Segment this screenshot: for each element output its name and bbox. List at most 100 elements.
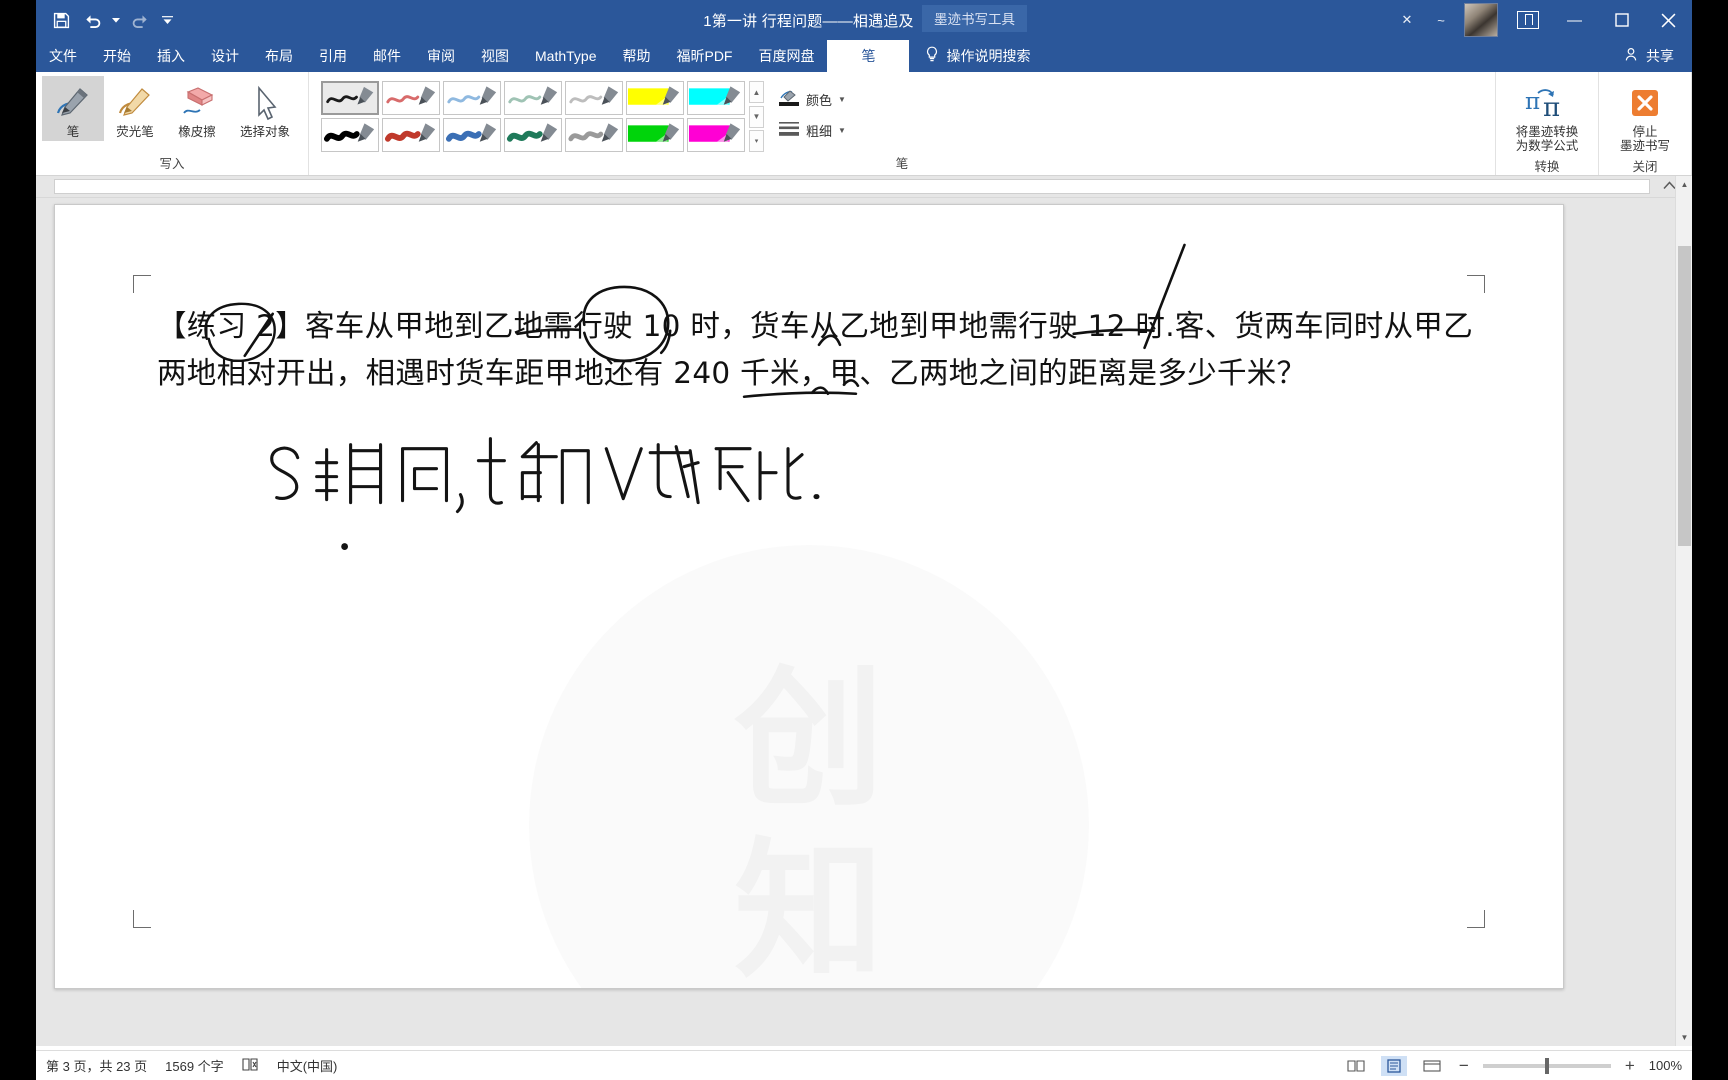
document-paragraph[interactable]: 【练习 2】客车从甲地到乙地需行驶 10 时，货车从乙地到甲地需行驶 12 时.…: [157, 303, 1473, 397]
pen-swatch-pen-green-thin[interactable]: [504, 81, 562, 115]
crop-mark-bottom-left: [133, 910, 151, 928]
ribbon-group-close: 停止 墨迹书写 关闭: [1599, 72, 1692, 175]
eraser-tool-button[interactable]: 橡皮擦: [166, 76, 228, 141]
zoom-slider[interactable]: [1482, 1057, 1611, 1074]
undo-icon[interactable]: [78, 5, 108, 35]
avatar[interactable]: [1464, 3, 1498, 37]
word-application-window: 1第一讲 行程问题——相遇追及（横版） - Word 墨迹书写工具 ✕ ~ —: [36, 0, 1692, 1080]
undo-dropdown-icon[interactable]: [110, 5, 122, 35]
zoom-level-label[interactable]: 100%: [1649, 1058, 1682, 1073]
tell-me-label: 操作说明搜索: [946, 48, 1031, 64]
gallery-more-icon[interactable]: ▾ ‾: [749, 130, 764, 152]
pen-swatch-pen-red-thin[interactable]: [382, 81, 440, 115]
minimize-button[interactable]: —: [1551, 0, 1598, 40]
pen-swatch-highlighter-cyan[interactable]: [687, 81, 745, 115]
tell-me-search[interactable]: 操作说明搜索: [909, 40, 1030, 72]
pen-tool-button[interactable]: 笔: [42, 76, 104, 142]
pen-swatch-highlighter-green[interactable]: [626, 118, 684, 152]
language-indicator[interactable]: 中文(中国): [277, 1056, 338, 1075]
read-mode-icon[interactable]: [1343, 1056, 1369, 1076]
pen-swatch-highlighter-magenta[interactable]: [687, 118, 745, 152]
pen-gallery-wrap: ▲ ▼ ▾ ‾: [315, 76, 766, 152]
chevron-down-icon[interactable]: ▼: [838, 126, 846, 135]
tab-review[interactable]: 审阅: [414, 40, 468, 72]
pen-swatch-pen-gray-thick[interactable]: [565, 118, 623, 152]
stop-ink-button[interactable]: 停止 墨迹书写: [1605, 76, 1685, 156]
pen-swatch-pen-blue-thin[interactable]: [443, 81, 501, 115]
ink-color-label: 颜色: [806, 93, 833, 108]
ink-attribute-buttons: 颜色 ▼ 粗细 ▼: [766, 76, 856, 144]
pen-swatch-pen-green-thick[interactable]: [504, 118, 562, 152]
ink-thickness-icon: [778, 120, 800, 141]
save-icon[interactable]: [46, 5, 76, 35]
stop-ink-icon: [1628, 81, 1662, 125]
pen-swatch-pen-gray-thin[interactable]: [565, 81, 623, 115]
zoom-slider-handle[interactable]: [1544, 1057, 1549, 1074]
title-bar: 1第一讲 行程问题——相遇追及（横版） - Word 墨迹书写工具 ✕ ~ —: [36, 0, 1692, 40]
tab-mailings[interactable]: 邮件: [360, 40, 414, 72]
maximize-button[interactable]: [1598, 0, 1645, 40]
close-small-icon[interactable]: ✕: [1390, 0, 1424, 40]
ribbon-group-convert-label: 转换: [1534, 159, 1560, 174]
ink-dot: [341, 543, 349, 550]
pen-swatch-pen-black-thick[interactable]: [321, 118, 379, 152]
ruler: [36, 176, 1692, 198]
pen-swatch-pen-black-thin[interactable]: [321, 81, 379, 115]
tab-mathtype[interactable]: MathType: [522, 40, 609, 72]
tab-baidu-netdisk[interactable]: 百度网盘: [745, 40, 827, 72]
scroll-up-icon[interactable]: ▲: [1676, 176, 1692, 193]
highlighter-tool-button[interactable]: 荧光笔: [104, 76, 166, 141]
ink-to-math-button[interactable]: π π 将墨迹转换 为数学公式: [1502, 76, 1592, 156]
chevron-down-icon[interactable]: ▼: [838, 95, 846, 104]
gallery-scroll-down-icon[interactable]: ▼: [749, 105, 764, 128]
zoom-out-button[interactable]: −: [1457, 1056, 1471, 1076]
redo-icon[interactable]: [124, 5, 154, 35]
gallery-scroll-up-icon[interactable]: ▲: [749, 81, 764, 103]
tilde-icon[interactable]: ~: [1424, 0, 1458, 40]
stop-ink-label-line2: 墨迹书写: [1619, 139, 1670, 154]
pen-swatch-highlighter-yellow[interactable]: [626, 81, 684, 115]
scrollbar-thumb[interactable]: [1678, 246, 1691, 546]
zoom-in-button[interactable]: +: [1623, 1056, 1637, 1076]
select-objects-button[interactable]: 选择对象: [228, 76, 302, 141]
customize-quick-access-icon[interactable]: [156, 5, 178, 35]
left-letterbox: [0, 0, 36, 1080]
print-layout-icon[interactable]: [1380, 1055, 1407, 1076]
ink-to-math-label-line1: 将墨迹转换: [1515, 125, 1579, 139]
scroll-down-icon[interactable]: ▼: [1676, 1029, 1692, 1046]
pen-swatch-pen-red-thick[interactable]: [382, 118, 440, 152]
close-button[interactable]: [1645, 0, 1692, 40]
pen-icon: [52, 81, 94, 125]
lightbulb-icon: [925, 46, 939, 66]
word-count[interactable]: 1569 个字: [165, 1056, 224, 1075]
tab-file[interactable]: 文件: [36, 40, 90, 72]
ink-color-button[interactable]: 颜色 ▼: [774, 86, 850, 113]
ink-to-math-label-line2: 为数学公式: [1515, 139, 1579, 154]
tab-help[interactable]: 帮助: [609, 40, 663, 72]
tab-view[interactable]: 视图: [468, 40, 522, 72]
tab-design[interactable]: 设计: [198, 40, 252, 72]
ribbon-group-write-label: 写入: [159, 157, 185, 171]
ink-thickness-button[interactable]: 粗细 ▼: [774, 117, 850, 144]
tab-references[interactable]: 引用: [306, 40, 360, 72]
crop-mark-top-left: [133, 275, 151, 293]
document-page[interactable]: 创 知 【练习 2】客车从甲地到乙地需行驶 10 时，货车从乙地到甲地需行驶 1…: [54, 204, 1564, 989]
web-layout-icon[interactable]: [1419, 1056, 1445, 1076]
tab-home[interactable]: 开始: [90, 40, 144, 72]
ruler-track: [54, 179, 1650, 194]
pen-swatch-pen-blue-thick[interactable]: [443, 118, 501, 152]
contextual-tab-label: 墨迹书写工具: [922, 5, 1027, 32]
tab-layout[interactable]: 布局: [252, 40, 306, 72]
share-button[interactable]: 共享: [1625, 40, 1674, 72]
svg-text:π: π: [1543, 93, 1560, 123]
pen-gallery-scrollbar[interactable]: ▲ ▼ ▾ ‾: [749, 81, 764, 152]
page-indicator[interactable]: 第 3 页，共 23 页: [46, 1056, 147, 1075]
tab-pen[interactable]: 笔: [827, 40, 910, 72]
quick-access-toolbar: [36, 5, 178, 35]
ribbon-display-options-icon[interactable]: [1504, 0, 1551, 40]
tab-insert[interactable]: 插入: [144, 40, 198, 72]
vertical-scrollbar[interactable]: ▲ ▼: [1675, 176, 1692, 1046]
proofing-errors-icon[interactable]: [242, 1057, 259, 1075]
stop-ink-label-line1: 停止: [1632, 125, 1658, 139]
tab-foxit-pdf[interactable]: 福昕PDF: [663, 40, 745, 72]
